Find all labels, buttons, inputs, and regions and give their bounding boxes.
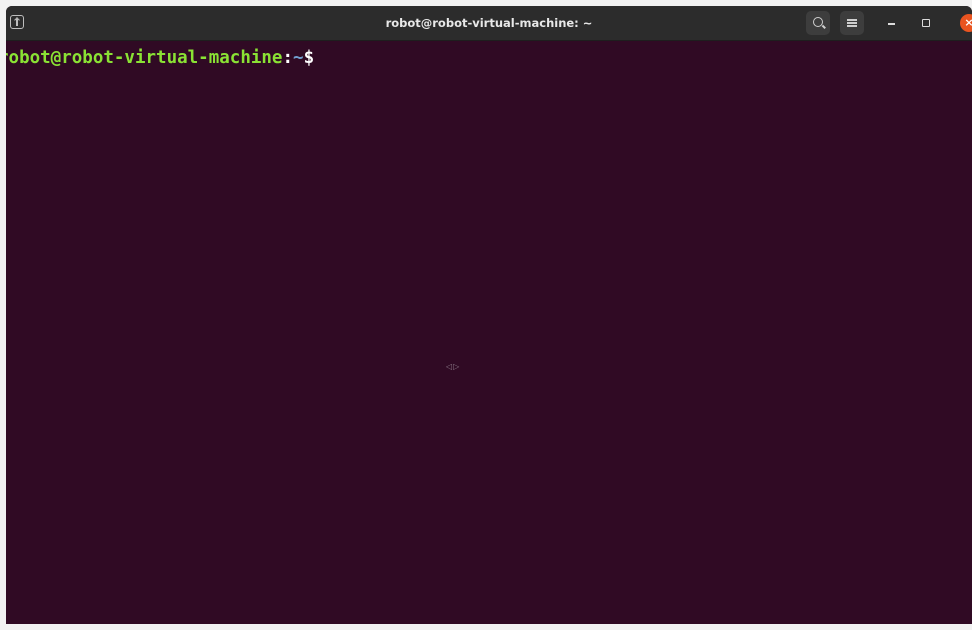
terminal-window: robot@robot-virtual-machine: ~ × robot@r… <box>6 6 972 624</box>
minimize-button[interactable] <box>888 23 895 25</box>
maximize-button[interactable] <box>922 19 930 27</box>
close-icon: × <box>964 16 972 29</box>
hamburger-menu-icon <box>847 19 857 21</box>
search-button[interactable] <box>806 11 830 35</box>
menu-button[interactable] <box>840 11 864 35</box>
prompt-path: ~ <box>293 48 304 68</box>
prompt-user-host: robot@robot-virtual-machine <box>6 48 283 68</box>
title-bar[interactable]: robot@robot-virtual-machine: ~ × <box>6 6 972 41</box>
search-icon <box>813 17 823 27</box>
prompt-symbol: $ <box>303 48 315 68</box>
terminal-area[interactable]: robot@robot-virtual-machine:~$ ◁▷ <box>6 41 972 624</box>
resize-hint-icon: ◁▷ <box>446 362 461 371</box>
text-cursor <box>316 47 326 66</box>
prompt-colon: : <box>282 48 294 68</box>
prompt-line: robot@robot-virtual-machine:~$ <box>6 47 326 69</box>
close-button[interactable]: × <box>960 14 972 32</box>
